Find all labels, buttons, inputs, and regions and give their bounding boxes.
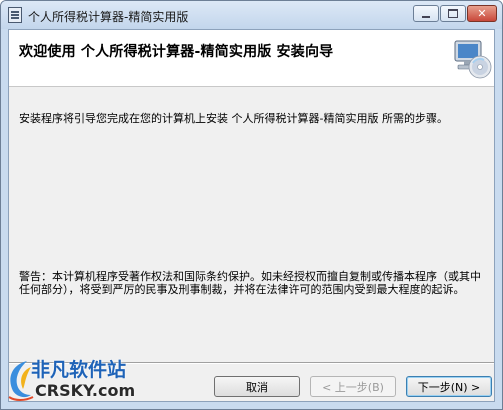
minimize-button[interactable] [413, 5, 439, 22]
close-icon: ✕ [477, 7, 487, 20]
close-button[interactable]: ✕ [467, 5, 497, 22]
installer-window: 个人所得税计算器-精简实用版 ✕ 欢迎使用 个人所得税计算器-精简实用版 安装向… [0, 0, 503, 410]
watermark-cn-text: 非凡软件站 [31, 359, 127, 381]
maximize-button[interactable] [440, 5, 466, 22]
installer-app-icon [8, 7, 22, 23]
intro-text: 安装程序将引导您完成在您的计算机上安装 个人所得税计算器-精简实用版 所需的步骤… [19, 112, 448, 125]
crsky-watermark: 非凡软件站 CRSKY.com [1, 353, 176, 409]
setup-computer-cd-icon [454, 40, 492, 79]
cancel-button[interactable]: 取消 [214, 376, 300, 397]
back-button[interactable]: < 上一步(B) [310, 376, 396, 397]
watermark-en-text: CRSKY.com [35, 381, 136, 400]
copyright-warning-text: 警告：本计算机程序受著作权法和国际条约保护。如未经授权而擅自复制或传播本程序（或… [19, 270, 481, 296]
banner-title: 欢迎使用 个人所得税计算器-精简实用版 安装向导 [19, 44, 334, 60]
window-title: 个人所得税计算器-精简实用版 [28, 10, 189, 24]
minimize-icon [422, 15, 430, 18]
wizard-client-area: 欢迎使用 个人所得税计算器-精简实用版 安装向导 安装程序将引导您完成在您的计算… [8, 29, 495, 402]
title-bar[interactable]: 个人所得税计算器-精简实用版 ✕ [1, 1, 502, 29]
next-button[interactable]: 下一步(N) > [406, 376, 492, 397]
maximize-icon [448, 9, 458, 18]
wizard-banner: 欢迎使用 个人所得税计算器-精简实用版 安装向导 [9, 30, 494, 87]
